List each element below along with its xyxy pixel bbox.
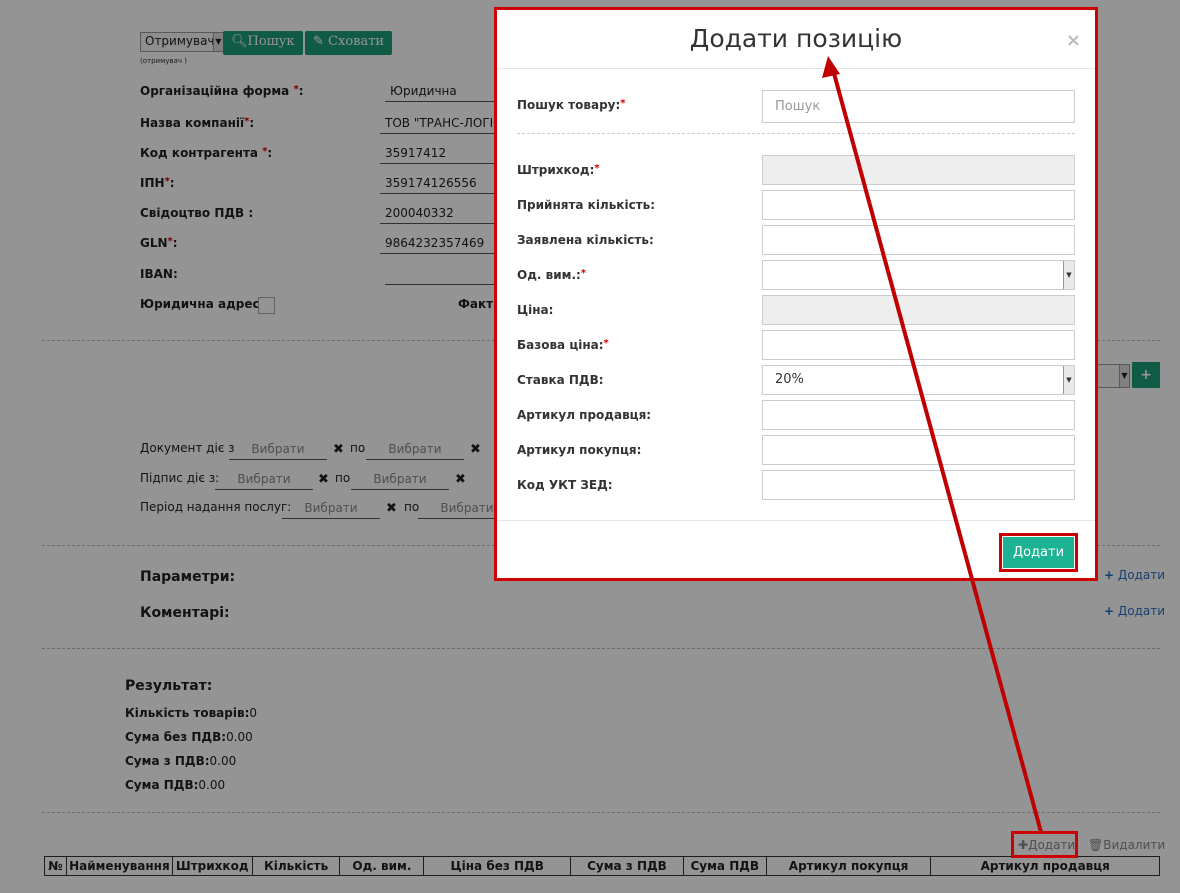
arrow-line: [830, 65, 1043, 833]
annotation-arrow: [822, 56, 1043, 833]
arrow-head: [822, 56, 840, 78]
